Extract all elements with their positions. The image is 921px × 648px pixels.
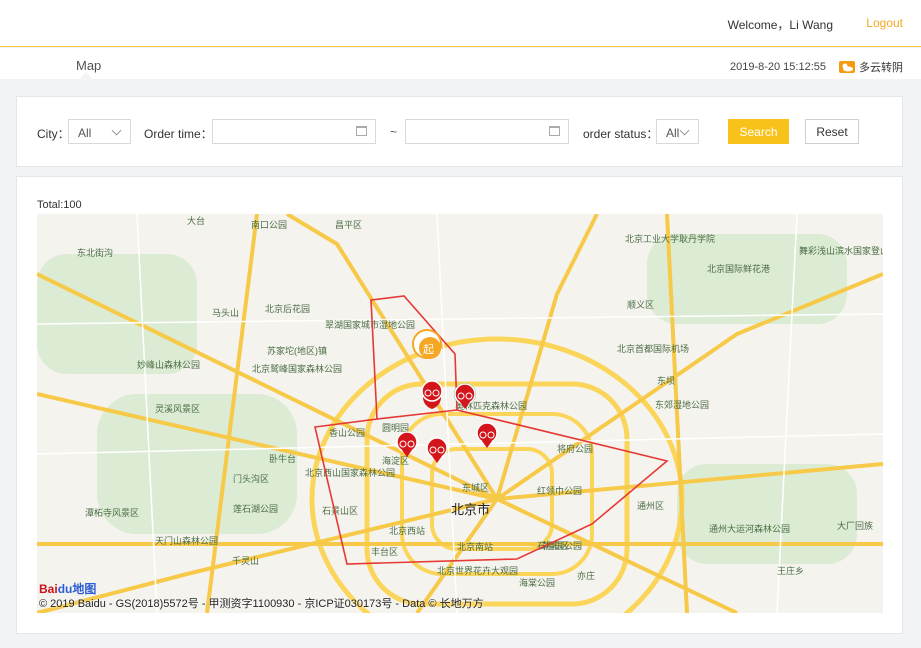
welcome-text: Welcome，Li Wang bbox=[727, 18, 833, 32]
map-label: 妙峰山森林公园 bbox=[137, 359, 200, 370]
map-label: 天门山森林公园 bbox=[155, 535, 218, 546]
map-label: 千灵山 bbox=[232, 556, 259, 566]
top-bar: Welcome，Li Wang Logout bbox=[0, 0, 921, 47]
map-label: 东坝 bbox=[657, 375, 675, 386]
map-label: 王庄乡 bbox=[777, 565, 804, 576]
map-view[interactable]: 昌平区 南口公园 东北街沟 马头山 北京后花园 翠湖国家城市湿地公园 苏家坨(地… bbox=[37, 214, 883, 613]
map-label: 丰台区 bbox=[371, 546, 398, 557]
cloud-sun-icon bbox=[839, 61, 855, 73]
city-select[interactable]: All bbox=[68, 119, 131, 144]
map-label: 东郊湿地公园 bbox=[655, 399, 709, 410]
map-label: 北京后花园 bbox=[265, 303, 310, 314]
map-label: 亦庄 bbox=[577, 570, 595, 581]
map-label: 灵溪风景区 bbox=[155, 403, 200, 414]
map-label: 南口公园 bbox=[251, 219, 287, 230]
map-label: 北京鹫峰国家森林公园 bbox=[252, 363, 342, 374]
map-label: 通州区 bbox=[637, 501, 664, 511]
map-label: 北京西山国家森林公园 bbox=[305, 467, 395, 478]
order-status-label: order status： bbox=[583, 127, 659, 141]
map-label: 石榴园公园 bbox=[537, 540, 582, 551]
map-label: 北京南站 bbox=[457, 541, 493, 552]
map-label: 通州大运河森林公园 bbox=[709, 523, 790, 534]
map-label: 马头山 bbox=[212, 308, 239, 318]
reset-button[interactable]: Reset bbox=[805, 119, 859, 144]
map-label: 海棠公园 bbox=[519, 577, 555, 588]
map-label: 北京首都国际机场 bbox=[617, 343, 689, 354]
chevron-down-icon bbox=[111, 125, 122, 136]
total-count: Total:100 bbox=[37, 199, 82, 211]
map-label: 莲石湖公园 bbox=[233, 503, 278, 514]
map-label: 门头沟区 bbox=[233, 473, 269, 484]
map-label: 东城区 bbox=[462, 482, 489, 493]
city-center-label: 北京市 bbox=[451, 502, 490, 517]
order-time-start-input[interactable] bbox=[212, 119, 376, 144]
map-label: 北京世界花卉大观园 bbox=[437, 565, 518, 576]
map-canvas[interactable]: 昌平区 南口公园 东北街沟 马头山 北京后花园 翠湖国家城市湿地公园 苏家坨(地… bbox=[37, 214, 883, 613]
start-marker[interactable]: 起 bbox=[412, 329, 442, 359]
map-label: 北京工业大学耿丹学院 bbox=[625, 233, 715, 244]
order-time-end-input[interactable] bbox=[405, 119, 569, 144]
map-label: 大厂回族 bbox=[837, 520, 873, 531]
map-label: 北京国际鲜花港 bbox=[707, 263, 770, 274]
breadcrumb-caret bbox=[80, 72, 92, 79]
map-label: 苏家坨(地区)镇 bbox=[267, 345, 327, 356]
map-label: 海淀区 bbox=[382, 455, 409, 466]
map-label: 石景山区 bbox=[322, 506, 358, 516]
range-separator: ~ bbox=[390, 125, 398, 139]
map-label: 卧牛台 bbox=[269, 453, 296, 464]
bike-marker[interactable] bbox=[426, 437, 448, 463]
order-status-value: All bbox=[666, 126, 680, 140]
start-marker-label: 起 bbox=[423, 343, 434, 356]
map-label: 顺义区 bbox=[627, 300, 654, 310]
breadcrumb-map[interactable]: Map bbox=[76, 58, 101, 73]
map-label: 北京西站 bbox=[389, 525, 425, 536]
map-label: 翠湖国家城市湿地公园 bbox=[325, 319, 415, 330]
breadcrumb-bar: Map 2019-8-20 15:12:55 多云转阴 bbox=[0, 48, 921, 79]
search-button[interactable]: Search bbox=[728, 119, 789, 144]
map-label: 东北街沟 bbox=[77, 247, 113, 258]
weather-widget: 多云转阴 bbox=[839, 59, 903, 75]
map-label: 香山公园 bbox=[329, 428, 365, 438]
calendar-icon bbox=[356, 126, 367, 136]
map-label: 大台 bbox=[187, 215, 205, 226]
order-time-label: Order time： bbox=[144, 127, 213, 141]
order-status-select[interactable]: All bbox=[656, 119, 699, 144]
calendar-icon bbox=[549, 126, 560, 136]
map-copyright: © 2019 Baidu - GS(2018)5572号 - 甲测资字11009… bbox=[39, 598, 484, 610]
chevron-down-icon bbox=[679, 125, 690, 136]
map-label: 昌平区 bbox=[335, 220, 362, 230]
filter-panel: City： All Order time： ~ order status： Al… bbox=[16, 96, 903, 167]
datetime-text: 2019-8-20 15:12:55 bbox=[729, 61, 826, 73]
city-select-value: All bbox=[78, 126, 92, 140]
map-label: 舞彩浅山滨水国家登山步道 bbox=[799, 245, 883, 256]
map-label: 潭柘寺风景区 bbox=[85, 507, 139, 518]
map-label: 将府公园 bbox=[557, 443, 593, 454]
map-label: 红领巾公园 bbox=[537, 485, 582, 496]
weather-text: 多云转阴 bbox=[859, 62, 903, 74]
logout-link[interactable]: Logout bbox=[866, 16, 903, 30]
map-panel: Total:100 昌平区 南口公园 东北街沟 马头山 北京后花园 翠湖国家城市… bbox=[16, 176, 903, 634]
city-label: City： bbox=[37, 127, 70, 141]
